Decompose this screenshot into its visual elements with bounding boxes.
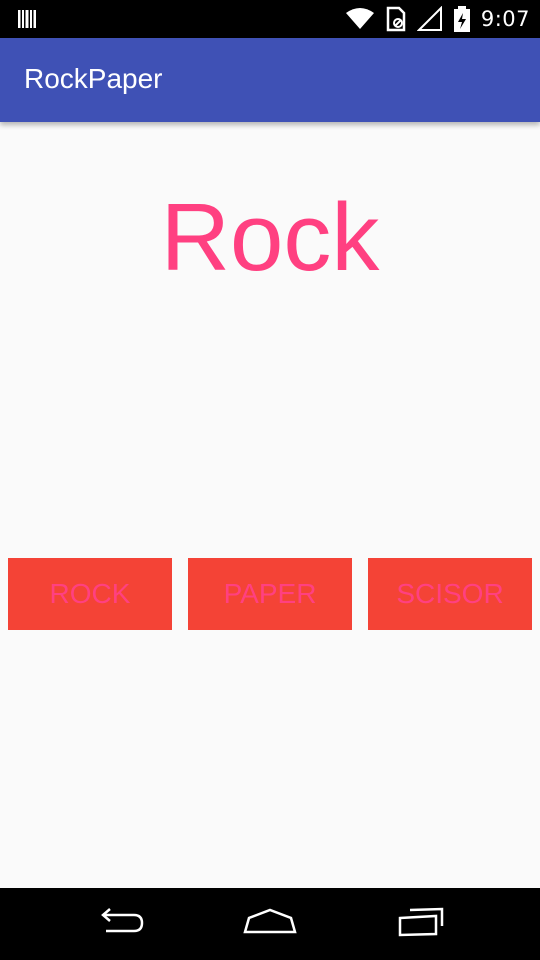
- scissor-button[interactable]: SCISOR: [368, 558, 532, 630]
- wifi-icon: [345, 7, 375, 31]
- recents-button[interactable]: [384, 902, 456, 946]
- back-button[interactable]: [84, 902, 156, 946]
- home-button[interactable]: [234, 902, 306, 946]
- app-bar: RockPaper: [0, 38, 540, 122]
- sim-card-icon: [385, 6, 407, 32]
- rock-button[interactable]: ROCK: [8, 558, 172, 630]
- status-bar: 9:07: [0, 0, 540, 38]
- status-time: 9:07: [480, 7, 530, 31]
- back-icon: [92, 906, 148, 943]
- signal-icon: [416, 6, 443, 32]
- barcode-icon: [17, 9, 37, 29]
- app-title: RockPaper: [24, 63, 163, 94]
- battery-icon: [453, 5, 471, 33]
- status-icons: 9:07: [345, 0, 530, 38]
- main-content: Rock ROCK PAPER SCISOR: [0, 122, 540, 888]
- navigation-bar: [0, 888, 540, 960]
- recents-icon: [392, 906, 448, 943]
- screen: 9:07 RockPaper Rock ROCK PAPER SCISOR: [0, 0, 540, 960]
- result-text: Rock: [160, 184, 380, 291]
- home-icon: [241, 906, 299, 943]
- paper-button[interactable]: PAPER: [188, 558, 352, 630]
